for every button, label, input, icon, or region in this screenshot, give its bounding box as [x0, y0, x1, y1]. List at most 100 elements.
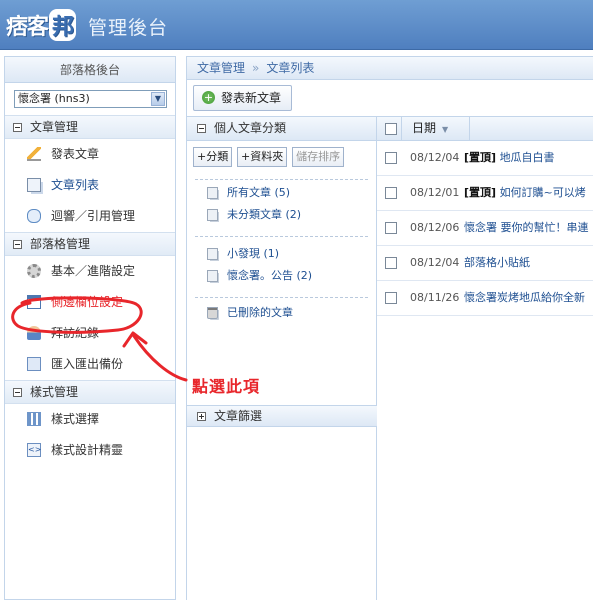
divider: [195, 297, 368, 298]
import-export-icon: [27, 356, 41, 371]
sidebar-item-sidebar-settings[interactable]: 側邊欄位設定: [5, 287, 175, 318]
table-row[interactable]: 08/12/04 部落格小貼紙: [377, 246, 593, 281]
category-deleted[interactable]: 已刪除的文章: [195, 302, 368, 324]
row-date: 08/12/01: [410, 186, 460, 199]
sidebar-item-label: 基本／進階設定: [51, 264, 136, 278]
pinned-badge: [置頂]: [464, 186, 497, 199]
post-title-link[interactable]: 地瓜自白書: [500, 151, 555, 164]
post-title-link[interactable]: 懷念署 要你的幫忙！串連: [464, 221, 589, 234]
sidebar-item-backup[interactable]: 匯入匯出備份: [5, 349, 175, 380]
row-checkbox[interactable]: [385, 222, 397, 234]
documents-icon: [27, 177, 41, 192]
sidebar: 部落格後台 懷念署 (hns3) ▼ 文章管理 發表文章 文章列表 迴響／引用管…: [4, 56, 176, 600]
add-icon: +: [202, 91, 215, 104]
section-article-management[interactable]: 文章管理: [5, 115, 175, 139]
sidebar-item-style-wizard[interactable]: <> 樣式設計精靈: [5, 435, 175, 466]
document-icon: [207, 187, 218, 199]
sidebar-item-style-select[interactable]: 樣式選擇: [5, 404, 175, 435]
gear-icon: [27, 263, 41, 278]
comment-bubble-icon: [27, 208, 41, 223]
category-panel-header[interactable]: 個人文章分類: [187, 117, 376, 141]
pixnet-logo[interactable]: 痞客邦: [6, 9, 77, 41]
sidebar-item-settings[interactable]: 基本／進階設定: [5, 256, 175, 287]
breadcrumb-link[interactable]: 文章管理: [197, 61, 245, 75]
collapse-icon[interactable]: [13, 123, 22, 132]
category-label: 所有文章 (5): [227, 186, 291, 199]
row-checkbox[interactable]: [385, 292, 397, 304]
sidebar-item-label: 側邊欄位設定: [51, 295, 124, 309]
layout-icon: [27, 294, 41, 309]
category-discovery[interactable]: 小發現 (1): [195, 243, 368, 265]
sidebar-item-label: 拜訪紀錄: [51, 326, 100, 340]
row-checkbox[interactable]: [385, 257, 397, 269]
document-icon: [207, 248, 218, 260]
date-column-header[interactable]: 日期 ▼: [401, 117, 448, 141]
chevron-down-icon[interactable]: ▼: [151, 92, 165, 106]
sidebar-item-comments[interactable]: 迴響／引用管理: [5, 201, 175, 232]
row-date: 08/11/26: [410, 291, 460, 304]
category-label: 小發現 (1): [227, 247, 280, 260]
table-row[interactable]: 08/12/06 懷念署 要你的幫忙！串連: [377, 211, 593, 246]
new-post-button[interactable]: + 發表新文章: [193, 85, 293, 111]
pencil-icon: [27, 146, 41, 161]
category-list-2: 小發現 (1) 懷念署。公告 (2): [195, 243, 368, 287]
expand-icon[interactable]: [197, 412, 206, 421]
code-icon: <>: [27, 442, 41, 457]
select-all-checkbox[interactable]: [385, 122, 397, 135]
category-announcement[interactable]: 懷念署。公告 (2): [195, 265, 368, 287]
logo-text: 痞客邦: [6, 9, 77, 41]
section-title: 部落格管理: [30, 237, 91, 251]
sidebar-title: 部落格後台: [5, 57, 175, 83]
category-all-posts[interactable]: 所有文章 (5): [195, 182, 368, 204]
sidebar-item-label: 文章列表: [51, 178, 100, 192]
section-title: 樣式管理: [30, 385, 79, 399]
sidebar-item-label: 發表文章: [51, 147, 100, 161]
row-date: 08/12/04: [410, 151, 460, 164]
title-column-header: [469, 117, 593, 141]
divider: [195, 236, 368, 237]
table-row[interactable]: 08/11/26 懷念署炭烤地瓜給你全新: [377, 281, 593, 316]
document-icon: [207, 270, 218, 282]
category-buttons: +分類 +資料夾 儲存排序: [187, 141, 376, 171]
post-title-link[interactable]: 如何訂購~可以烤: [500, 186, 586, 199]
trash-group: 已刪除的文章: [195, 302, 368, 324]
section-style-management[interactable]: 樣式管理: [5, 380, 175, 404]
category-label: 已刪除的文章: [227, 306, 293, 319]
breadcrumb-current: 文章列表: [266, 61, 315, 75]
main-content: 文章管理 » 文章列表 + 發表新文章 個人文章分類 +分類 +資料夾 儲存排序 所有…: [186, 56, 593, 600]
row-date: 08/12/06: [410, 221, 460, 234]
breadcrumb-separator: »: [252, 61, 260, 75]
section-title: 文章管理: [30, 120, 79, 134]
sidebar-item-label: 迴響／引用管理: [51, 209, 136, 223]
toolbar: + 發表新文章: [187, 80, 593, 117]
row-checkbox[interactable]: [385, 152, 397, 164]
pinned-badge: [置頂]: [464, 151, 497, 164]
grid-icon: [27, 411, 41, 426]
table-row[interactable]: 08/12/01 [置頂] 如何訂購~可以烤: [377, 176, 593, 211]
category-label: 未分類文章 (2): [227, 208, 302, 221]
save-order-button[interactable]: 儲存排序: [292, 147, 345, 167]
post-title-link[interactable]: 部落格小貼紙: [464, 256, 530, 269]
add-category-button[interactable]: +分類: [193, 147, 233, 167]
blog-select-dropdown[interactable]: 懷念署 (hns3) ▼: [14, 90, 167, 108]
post-title-link[interactable]: 懷念署炭烤地瓜給你全新: [464, 291, 585, 304]
collapse-icon[interactable]: [13, 240, 22, 249]
sidebar-item-post-list[interactable]: 文章列表: [5, 170, 175, 201]
sidebar-item-label: 樣式選擇: [51, 412, 100, 426]
category-list: 所有文章 (5) 未分類文章 (2): [195, 179, 368, 226]
sidebar-item-new-post[interactable]: 發表文章: [5, 139, 175, 170]
collapse-icon[interactable]: [197, 124, 206, 133]
filter-panel-header[interactable]: 文章篩選: [187, 405, 377, 427]
people-icon: [27, 325, 41, 340]
date-column-label: 日期: [412, 121, 437, 135]
section-blog-management[interactable]: 部落格管理: [5, 232, 175, 256]
sort-down-icon[interactable]: ▼: [442, 125, 448, 134]
sidebar-item-visit-log[interactable]: 拜訪紀錄: [5, 318, 175, 349]
table-row[interactable]: 08/12/04 [置頂] 地瓜自白書: [377, 141, 593, 176]
collapse-icon[interactable]: [13, 388, 22, 397]
app-title: 管理後台: [88, 17, 169, 39]
row-checkbox[interactable]: [385, 187, 397, 199]
add-folder-button[interactable]: +資料夾: [237, 147, 288, 167]
top-header: 痞客邦 管理後台: [0, 0, 593, 50]
category-uncategorized[interactable]: 未分類文章 (2): [195, 204, 368, 226]
